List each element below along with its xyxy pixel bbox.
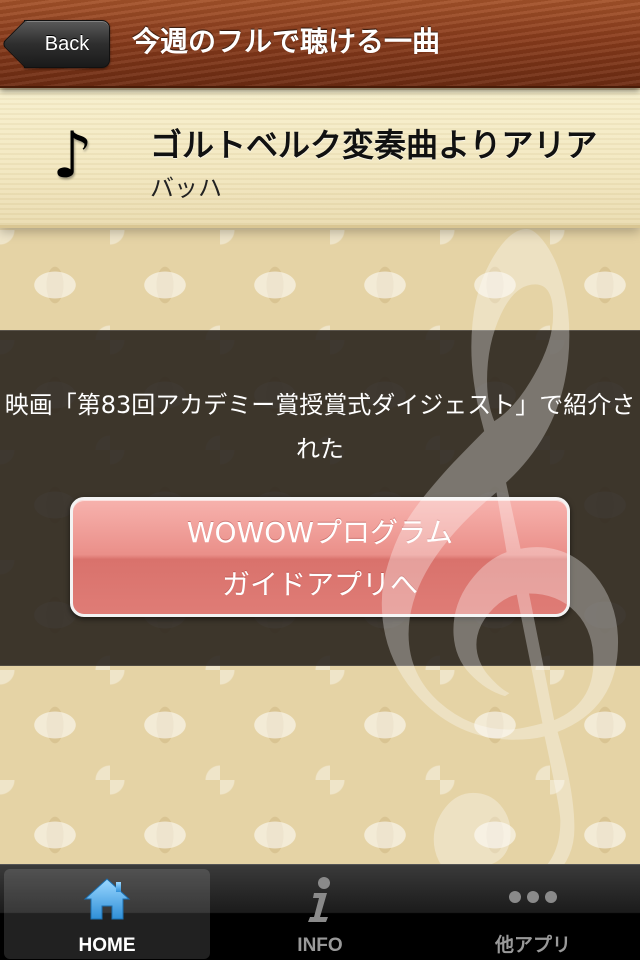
- home-icon: [83, 878, 131, 920]
- tab-other-apps[interactable]: 他アプリ: [430, 869, 636, 959]
- page-title: 今週のフルで聴ける一曲: [132, 25, 441, 58]
- navigation-bar: Back 今週のフルで聴ける一曲: [0, 0, 640, 88]
- tab-other-apps-label: 他アプリ: [494, 935, 571, 956]
- button-line-1: WOWOWプログラム: [186, 516, 454, 549]
- tab-info-label: INFO: [297, 935, 343, 956]
- music-note-icon: ♪: [52, 119, 93, 193]
- info-icon: [308, 877, 330, 922]
- song-title: ゴルトベルク変奏曲よりアリア: [150, 126, 598, 164]
- promo-text: 映画「第83回アカデミー賞授賞式ダイジェスト」で紹介された: [4, 391, 636, 463]
- tab-home-label: HOME: [78, 935, 136, 956]
- tab-bar: HOME INFO 他アプリ: [0, 864, 640, 960]
- tab-info[interactable]: INFO: [217, 869, 423, 959]
- back-button[interactable]: Back: [24, 20, 110, 68]
- more-icon: [509, 891, 557, 903]
- wowow-guide-app-button[interactable]: WOWOWプログラム ガイドアプリへ: [70, 497, 570, 617]
- button-line-2: ガイドアプリへ: [221, 568, 418, 601]
- promo-banner: 映画「第83回アカデミー賞授賞式ダイジェスト」で紹介された WOWOWプログラム…: [0, 330, 640, 666]
- back-button-label: Back: [44, 33, 90, 55]
- song-header: ♪ ゴルトベルク変奏曲よりアリア バッハ: [0, 90, 640, 228]
- tab-home[interactable]: HOME: [4, 869, 210, 959]
- song-artist: バッハ: [150, 174, 222, 202]
